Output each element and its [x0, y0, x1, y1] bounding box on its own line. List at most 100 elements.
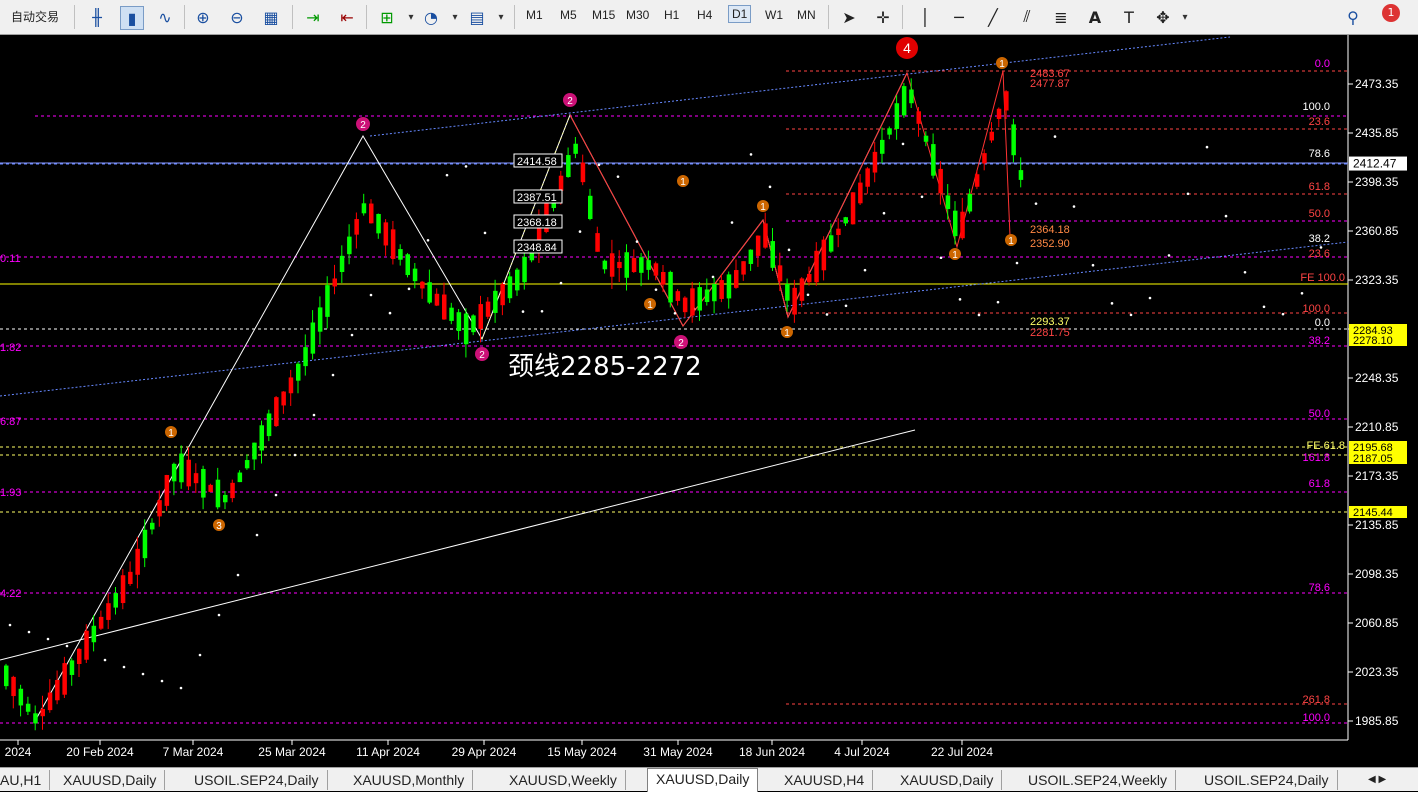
horizontal-line-icon[interactable]: ─ [948, 6, 970, 28]
tabs-scroll-arrows[interactable]: ◀ ▶ [1360, 770, 1394, 790]
price-tick-label: 2473.35 [1355, 77, 1399, 91]
timeframe-m1[interactable]: M1 [526, 8, 543, 22]
indicators-icon[interactable]: ⊞ [376, 6, 398, 28]
price-tick-label: 2248.35 [1355, 371, 1399, 385]
wave-label: 1 [784, 328, 790, 339]
zoom-in-icon[interactable]: ⊕ [192, 6, 214, 28]
wave-label: 1 [760, 202, 766, 213]
wave-label: 1 [999, 59, 1005, 70]
timeframe-mn[interactable]: MN [797, 8, 816, 22]
toolbar: 自动交易 ╫ ▮ ∿ ⊕ ⊖ ▦ ⇥ ⇤ ⊞ ▾ ◔ ▾ ▤ ▾ M1 M5 M… [0, 0, 1418, 35]
tab-usoil-daily[interactable]: USOIL.SEP24,Daily [186, 770, 328, 790]
timeframe-d1[interactable]: D1 [728, 5, 752, 23]
toolbar-separator [902, 5, 903, 29]
arrows-icon[interactable]: ✥ [1152, 6, 1174, 28]
tab-xauusd-weekly[interactable]: XAUUSD,Weekly [501, 770, 626, 790]
price-tick-label: 1985.85 [1355, 714, 1399, 728]
fib-level-label: 23.6 [1309, 116, 1330, 128]
timeframe-h1[interactable]: H1 [664, 8, 679, 22]
fib-left-label: 6.87 [0, 416, 21, 428]
fibonacci-icon[interactable]: ≣ [1050, 6, 1072, 28]
level-price-label: 2477.87 [1030, 78, 1070, 90]
price-tick-label: 2323.35 [1355, 273, 1399, 287]
fib-level-label: 38.2 [1309, 233, 1330, 245]
chevron-down-icon[interactable]: ▾ [490, 6, 512, 28]
fib-level-label: 61.8 [1309, 478, 1330, 490]
wave-label: 1 [952, 250, 958, 261]
fib-level-label: 78.6 [1309, 582, 1330, 594]
tab-xauusd-daily-active[interactable]: XAUUSD,Daily [647, 768, 759, 792]
line-chart-icon[interactable]: ∿ [154, 6, 176, 28]
fib-level-label: 50.0 [1309, 408, 1330, 420]
time-tick-label: 11 Apr 2024 [356, 745, 420, 759]
search-icon[interactable]: ⚲ [1342, 6, 1364, 28]
timeframe-m5[interactable]: M5 [560, 8, 577, 22]
time-tick-label: 22 Jul 2024 [931, 745, 993, 759]
wave-label: 2 [678, 338, 684, 349]
trendline-icon[interactable]: ╱ [982, 6, 1004, 28]
price-marker-label: 2278.10 [1353, 335, 1393, 347]
chevron-down-icon[interactable]: ▾ [444, 6, 466, 28]
zoom-out-icon[interactable]: ⊖ [226, 6, 248, 28]
fib-level-label: 100.0 [1302, 303, 1330, 315]
fib-level-label: 0.0 [1315, 58, 1330, 70]
tab-usoil-daily-2[interactable]: USOIL.SEP24,Daily [1196, 770, 1338, 790]
templates-icon[interactable]: ▤ [466, 6, 488, 28]
price-tick-label: 2360.85 [1355, 224, 1399, 238]
level-price-label: 2281.75 [1030, 327, 1070, 339]
toolbar-separator [514, 5, 515, 29]
candlestick-icon[interactable]: ▮ [120, 6, 144, 30]
wave-label: 3 [216, 521, 222, 532]
chevron-down-icon[interactable]: ▾ [400, 6, 422, 28]
bar-chart-icon[interactable]: ╫ [86, 6, 108, 28]
price-chart[interactable]: 0.0 100.0 23.6 78.6 61.8 50.0 38.2 23.6 FE 100.0… [0, 35, 1418, 767]
level-price-label: 2364.18 [1030, 224, 1070, 236]
cursor-icon[interactable]: ➤ [838, 6, 860, 28]
time-tick-label: 2024 [5, 745, 32, 759]
chart-shift-icon[interactable]: ⇤ [336, 6, 358, 28]
timeframe-h4[interactable]: H4 [697, 8, 712, 22]
time-tick-label: 18 Jun 2024 [739, 745, 805, 759]
tab-xauusd-daily-2[interactable]: XAUUSD,Daily [892, 770, 1003, 790]
text-label-icon[interactable]: T [1118, 6, 1140, 28]
autoscroll-icon[interactable]: ⇥ [302, 6, 324, 28]
price-box-label: 2414.58 [517, 156, 557, 168]
chevron-down-icon[interactable]: ▾ [1174, 6, 1196, 28]
wave-label: 1 [680, 177, 686, 188]
fib-level-label: 161.8 [1302, 452, 1330, 464]
fib-level-label: 78.6 [1309, 148, 1330, 160]
text-icon[interactable]: A [1084, 6, 1106, 28]
toolbar-separator [184, 5, 185, 29]
tile-windows-icon[interactable]: ▦ [260, 6, 282, 28]
fib-level-label: 61.8 [1309, 181, 1330, 193]
fib-left-label: 1.93 [0, 487, 21, 499]
price-tick-label: 2173.35 [1355, 469, 1399, 483]
channel-icon[interactable]: ⫽ [1016, 6, 1038, 28]
timeframe-w1[interactable]: W1 [765, 8, 783, 22]
price-box-label: 2368.18 [517, 217, 557, 229]
price-tick-label: 2210.85 [1355, 420, 1399, 434]
tab-xauusd-h4[interactable]: XAUUSD,H4 [776, 770, 874, 790]
crosshair-icon[interactable]: ✛ [872, 6, 894, 28]
wave-label: 2 [479, 350, 485, 361]
tab-xauusd-monthly[interactable]: XAUUSD,Monthly [345, 770, 474, 790]
timeframe-m15[interactable]: M15 [592, 8, 615, 22]
periods-clock-icon[interactable]: ◔ [420, 6, 442, 28]
time-tick-label: 20 Feb 2024 [66, 745, 134, 759]
wave-label: 2 [567, 96, 573, 107]
timeframe-m30[interactable]: M30 [626, 8, 649, 22]
wave-label: 2 [360, 120, 366, 131]
fib-left-label: 0.11 [0, 253, 21, 265]
tab-xauusd-daily[interactable]: XAUUSD,Daily [55, 770, 166, 790]
auto-trade-button[interactable]: 自动交易 [4, 3, 66, 29]
price-tick-label: 2135.85 [1355, 518, 1399, 532]
fib-level-label: 0.0 [1315, 317, 1330, 329]
chart-tabs: AU,H1 XAUUSD,Daily USOIL.SEP24,Daily XAU… [0, 767, 1418, 792]
vertical-line-icon[interactable]: │ [914, 6, 936, 28]
tab-usoil-weekly[interactable]: USOIL.SEP24,Weekly [1020, 770, 1177, 790]
fib-level-label: 50.0 [1309, 208, 1330, 220]
tab-xauusd-h1[interactable]: AU,H1 [0, 770, 51, 790]
time-tick-label: 29 Apr 2024 [452, 745, 517, 759]
notification-badge[interactable]: 1 [1382, 4, 1400, 22]
fib-level-label: 100.0 [1302, 712, 1330, 724]
